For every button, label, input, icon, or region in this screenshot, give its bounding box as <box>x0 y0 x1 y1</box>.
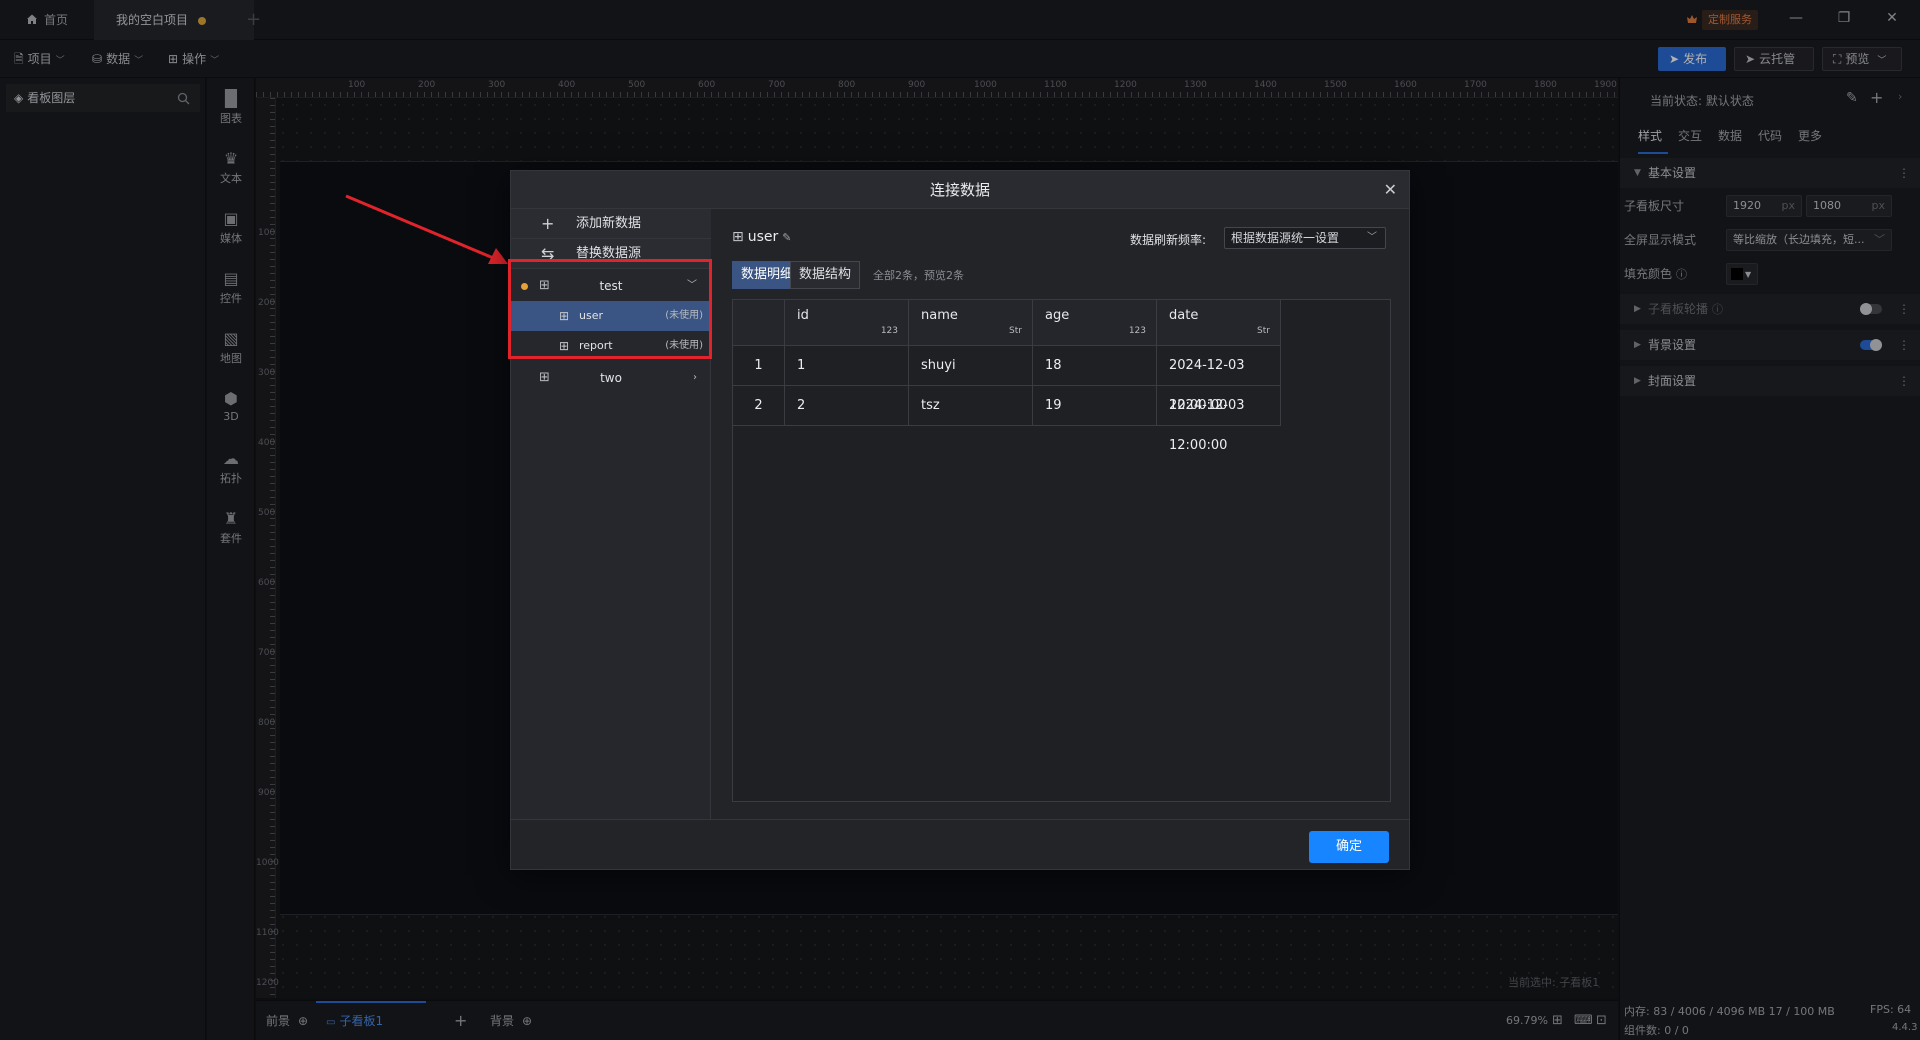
column-type: 123 <box>880 326 898 336</box>
column-name: id <box>797 308 809 323</box>
data-table: id 123 name Str age 123 date Str 1 1 shu… <box>732 299 1391 802</box>
column-type: Str <box>1257 326 1270 336</box>
table-cell: 2 <box>733 386 785 426</box>
table-title-label: user <box>747 229 779 245</box>
table-cell: 18 <box>1033 346 1157 386</box>
add-data-label: 添加新数据 <box>576 216 642 231</box>
annotation-highlight-box <box>508 259 712 359</box>
table-cell: shuyi <box>909 346 1033 386</box>
table-cell: 2 <box>785 386 909 426</box>
column-header[interactable]: age 123 <box>1033 300 1157 346</box>
refresh-select[interactable]: 根据数据源统一设置 ﹀ <box>1224 227 1386 249</box>
column-header-index <box>733 300 785 346</box>
column-type: Str <box>1009 326 1022 336</box>
dialog-title: 连接数据 <box>511 171 1409 209</box>
table-cell: 19 <box>1033 386 1157 426</box>
column-header[interactable]: date Str <box>1157 300 1281 346</box>
column-name: name <box>921 308 958 323</box>
table-cell: tsz <box>909 386 1033 426</box>
dialog-footer: 确定 <box>511 819 1409 869</box>
add-data-button[interactable]: + 添加新数据 <box>511 209 711 239</box>
table-preview-panel: ⊞ user ✎ 数据刷新频率: 根据数据源统一设置 ﹀ 数据明细 数据结构 全部2条… <box>712 209 1409 819</box>
table-title: ⊞ user ✎ <box>732 229 792 245</box>
row-count: 全部2条，预览2条 <box>873 269 964 282</box>
refresh-value: 根据数据源统一设置 <box>1231 231 1340 245</box>
chevron-right-icon: › <box>693 372 697 383</box>
column-type: 123 <box>1128 326 1146 336</box>
edit-icon[interactable]: ✎ <box>782 231 791 244</box>
datasource-two[interactable]: ⊞ two › <box>511 363 711 393</box>
chevron-down-icon: ﹀ <box>1367 232 1377 243</box>
close-icon[interactable]: ✕ <box>1384 180 1397 199</box>
confirm-button[interactable]: 确定 <box>1309 831 1389 863</box>
refresh-label: 数据刷新频率: <box>1130 233 1207 247</box>
table-cell: 1 <box>785 346 909 386</box>
tab-data-structure[interactable]: 数据结构 <box>790 261 861 289</box>
column-name: age <box>1045 308 1070 323</box>
table-icon: ⊞ <box>732 229 744 245</box>
table-cell: 2024-12-03 12:00:00 <box>1157 386 1281 453</box>
annotation-arrow-icon <box>345 194 508 264</box>
datasource-sidebar: + 添加新数据 ⇆ 替换数据源 ⊞ test ﹀ ⊞ user (未使用) ⊞ re… <box>508 209 712 819</box>
table-cell: 1 <box>733 346 785 386</box>
table-cell: 2024-12-03 12:00:00 <box>1157 346 1281 413</box>
plus-icon: + <box>541 214 555 233</box>
connect-data-dialog: 连接数据 ✕ + 添加新数据 ⇆ 替换数据源 ⊞ test ﹀ ⊞ user (未使… <box>508 170 1410 870</box>
column-header[interactable]: name Str <box>909 300 1033 346</box>
column-name: date <box>1169 308 1199 323</box>
column-header[interactable]: id 123 <box>785 300 909 346</box>
datasource-name: two <box>600 371 622 385</box>
